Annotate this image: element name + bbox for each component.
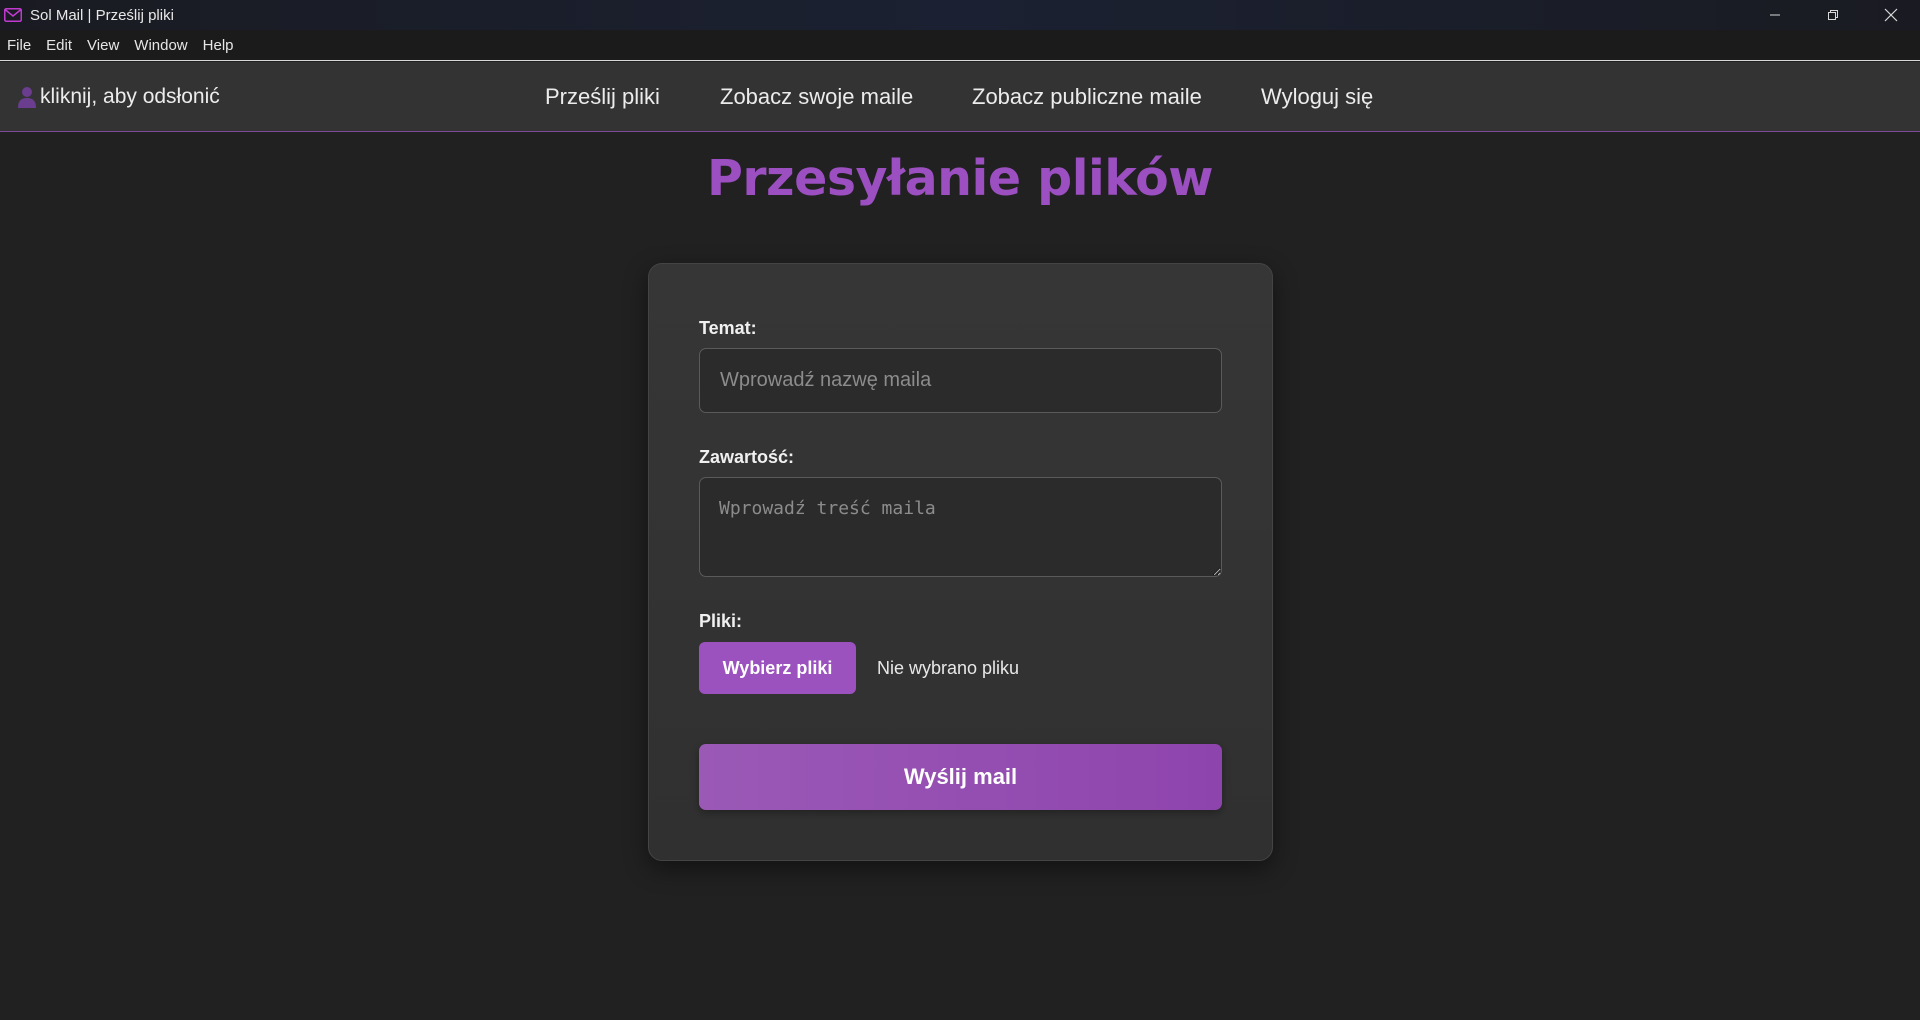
- nav-links: Prześlij pliki Zobacz swoje maile Zobacz…: [0, 62, 1920, 132]
- user-reveal-label: kliknij, aby odsłonić: [40, 85, 220, 108]
- subject-input[interactable]: [699, 348, 1222, 413]
- nav-my-mails[interactable]: Zobacz swoje maile: [720, 62, 913, 132]
- menu-help[interactable]: Help: [196, 37, 242, 54]
- window-titlebar: Sol Mail | Prześlij pliki: [0, 0, 1920, 30]
- window-controls: [1746, 0, 1920, 30]
- content-textarea[interactable]: [699, 477, 1222, 577]
- minimize-button[interactable]: [1746, 0, 1804, 30]
- close-icon: [1884, 8, 1898, 22]
- file-status: Nie wybrano pliku: [877, 658, 1020, 678]
- menu-bar: File Edit View Window Help: [0, 30, 1920, 61]
- menu-view[interactable]: View: [80, 37, 127, 54]
- top-navbar: Prześlij pliki Zobacz swoje maile Zobacz…: [0, 62, 1920, 132]
- menu-edit[interactable]: Edit: [39, 37, 80, 54]
- window-title: Sol Mail | Prześlij pliki: [30, 6, 174, 24]
- minimize-icon: [1770, 14, 1780, 16]
- content-label: Zawartość:: [699, 447, 795, 467]
- nav-upload-files[interactable]: Prześlij pliki: [545, 62, 660, 132]
- nav-public-mails[interactable]: Zobacz publiczne maile: [972, 62, 1202, 132]
- menu-window[interactable]: Window: [127, 37, 195, 54]
- close-button[interactable]: [1862, 0, 1920, 30]
- user-reveal[interactable]: kliknij, aby odsłonić: [18, 62, 220, 132]
- mail-icon: [4, 8, 22, 22]
- menu-file[interactable]: File: [0, 37, 39, 54]
- choose-files-button[interactable]: Wybierz pliki: [699, 642, 856, 694]
- restore-button[interactable]: [1804, 0, 1862, 30]
- restore-icon: [1828, 10, 1838, 20]
- subject-label: Temat:: [699, 318, 757, 338]
- page-title: Przesyłanie plików: [706, 150, 1214, 207]
- upload-form-card: Temat: Zawartość: Pliki: Wybierz pliki N…: [648, 263, 1273, 861]
- user-icon: [18, 87, 36, 108]
- files-label: Pliki:: [699, 611, 743, 631]
- send-mail-button[interactable]: Wyślij mail: [699, 744, 1222, 810]
- nav-logout[interactable]: Wyloguj się: [1261, 62, 1373, 132]
